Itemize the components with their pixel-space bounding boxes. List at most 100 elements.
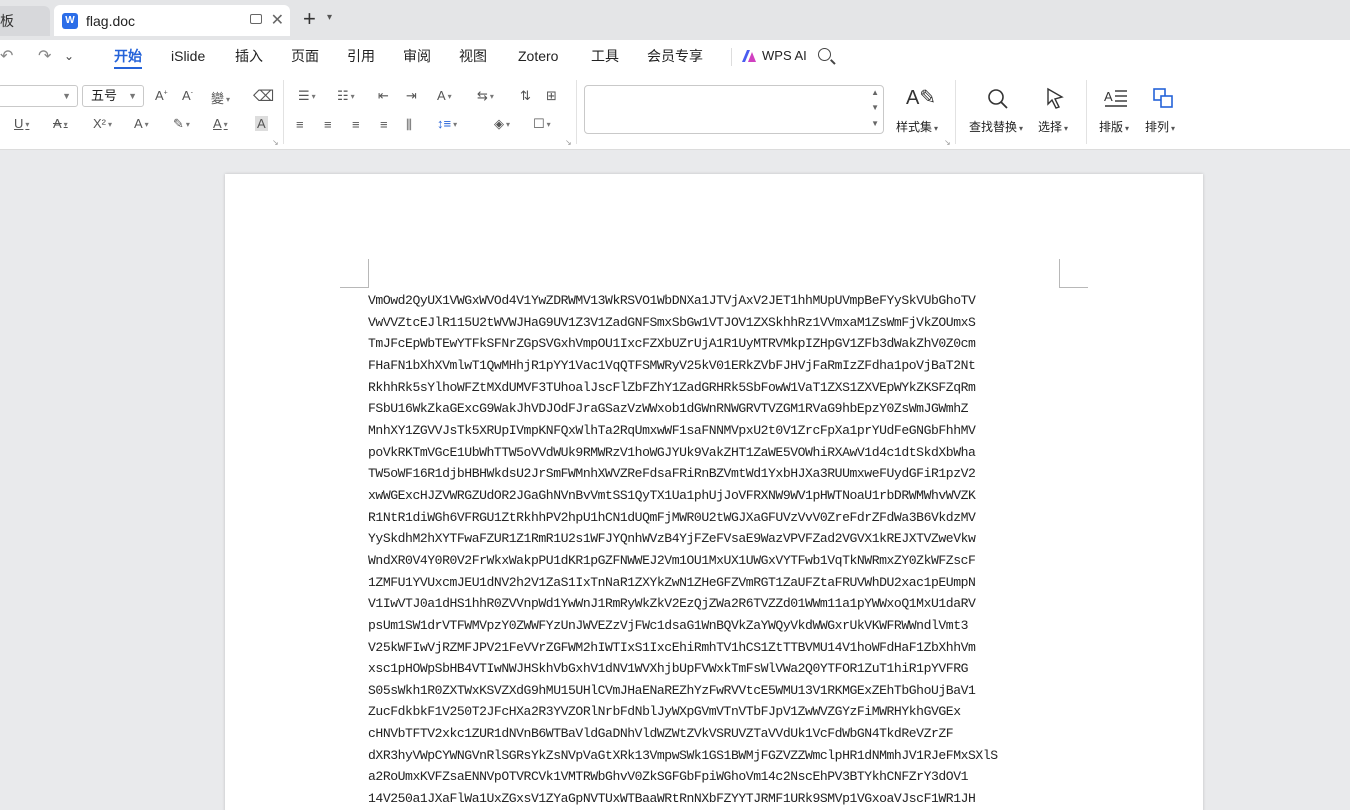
find-replace-button[interactable]: 查找替换 ▾ [969, 118, 1023, 135]
ribbon-toolbar: ▼ 五号 ▼ A+ A- 變 ▾ ⌫ U ▾ A ▾ X² ▾ A ▾ ✎ ▾ A ▾ A ↘ … [0, 75, 1350, 150]
align-left-icon[interactable]: ≡ [296, 117, 304, 132]
paragraph-dialog-icon[interactable]: ↘ [565, 138, 572, 147]
menu-tab-2[interactable]: 插入 [235, 47, 263, 69]
document-area[interactable]: VmOwd2QyUX1VWGxWVOd4V1YwZDRWMV13WkRSVO1W… [0, 150, 1350, 810]
menu-tab-0[interactable]: 开始 [114, 47, 142, 69]
window-mode-icon[interactable] [250, 14, 262, 24]
document-line: RkhhRk5sYlhoWFZtMXdUMVF3TUhoalJscFlZbFZh… [368, 379, 976, 395]
menu-tab-7[interactable]: Zotero [518, 47, 558, 69]
align-center-icon[interactable]: ≡ [324, 117, 332, 132]
scroll-down-icon[interactable]: ▼ [871, 103, 879, 112]
find-replace-icon [988, 89, 1008, 109]
wps-ai-logo-icon [742, 50, 756, 62]
border-icon[interactable]: ☐ ▾ [533, 116, 551, 132]
document-line: VwVVZtcEJlR115U2tWVWJHaG9UV1Z3V1ZadGNFSm… [368, 314, 976, 330]
menu-bar: ↶ ↷ ⌄ 开始 iSlide 插入 页面 引用 审阅 视图 Zotero 工具 会员专享 WPS… [0, 40, 1350, 75]
text-direction-icon[interactable]: ⇆ ▾ [477, 88, 494, 104]
scroll-up-icon[interactable]: ▲ [871, 88, 879, 97]
text-effect-icon[interactable]: A ▾ [134, 116, 149, 131]
strikethrough-icon[interactable]: A ▾ [53, 116, 68, 131]
justify-icon[interactable]: ≡ [380, 117, 388, 132]
numbered-list-icon[interactable]: ☷ ▾ [337, 88, 355, 104]
menu-tab-8[interactable]: 工具 [591, 47, 619, 69]
select-cursor-icon [1047, 87, 1064, 109]
highlight-icon[interactable]: ✎ ▾ [173, 116, 190, 132]
clear-format-icon[interactable]: ⌫ [253, 87, 274, 105]
line-spacing-icon[interactable]: ↕≡ ▾ [437, 116, 457, 131]
crop-mark-left-h [340, 287, 369, 288]
increase-indent-icon[interactable]: ⇥ [406, 88, 417, 104]
menu-tab-6[interactable]: 视图 [459, 47, 487, 69]
distribute-icon[interactable]: ⫼ [406, 117, 412, 133]
wps-ai-button[interactable]: WPS AI [762, 48, 807, 63]
arrange-button[interactable]: 排列 ▾ [1145, 118, 1175, 135]
chevron-down-icon: ▼ [62, 91, 71, 101]
document-line: VmOwd2QyUX1VWGxWVOd4V1YwZDRWMV13WkRSVO1W… [368, 293, 976, 308]
chevron-down-icon[interactable]: ▾ [327, 12, 332, 23]
menu-tab-9[interactable]: 会员专享 [647, 47, 703, 69]
grow-font-icon[interactable]: A+ [155, 88, 168, 103]
menu-tab-5[interactable]: 审阅 [403, 47, 431, 69]
shrink-font-icon[interactable]: A- [182, 88, 193, 103]
chinese-layout-icon[interactable]: A ▾ [437, 88, 452, 103]
ribbon-divider [283, 80, 284, 144]
document-line: WndXR0V4Y0R0V2FrWkxWakpPU1dKR1pGZFNWWEJ2… [368, 552, 976, 568]
sort-icon[interactable]: ⇅ [520, 88, 531, 104]
menu-tab-4[interactable]: 引用 [347, 47, 375, 69]
document-line: R1NtR1diWGh6VFRGU1ZtRkhhPV2hpU1hCN1dUQmF… [368, 509, 976, 525]
ribbon-divider [576, 80, 577, 144]
select-label: 选择 [1038, 120, 1063, 134]
document-line: 1ZMFU1YVUxcmJEU1dNV2h2V1ZaS1IxTnNaR1ZXYk… [368, 574, 976, 590]
document-body-text[interactable]: VmOwd2QyUX1VWGxWVOd4V1YwZDRWMV13WkRSVO1W… [368, 290, 1068, 810]
find-replace-label: 查找替换 [969, 120, 1018, 134]
crop-mark-right [1059, 259, 1060, 287]
style-set-button[interactable]: 样式集 ▾ [896, 118, 938, 135]
document-page[interactable]: VmOwd2QyUX1VWGxWVOd4V1YwZDRWMV13WkRSVO1W… [225, 174, 1203, 810]
show-marks-icon[interactable]: ⊞ [546, 88, 557, 104]
shading-icon[interactable]: ◈ ▾ [494, 116, 510, 132]
tab-previous[interactable]: 板 [0, 6, 50, 36]
expand-gallery-icon[interactable]: ▼ [871, 119, 879, 128]
tab-bar: 板 W flag.doc ✕ + ▾ [0, 0, 1350, 40]
search-icon[interactable] [818, 48, 831, 61]
styles-dialog-icon[interactable]: ↘ [944, 138, 951, 147]
font-size-value: 五号 [91, 88, 118, 103]
document-line: poVkRKTmVGcE1UbWhTTW5oVVdWUk9RMWRzV1hoWG… [368, 444, 976, 460]
decrease-indent-icon[interactable]: ⇤ [378, 88, 389, 104]
menu-tab-1[interactable]: iSlide [171, 47, 205, 69]
chevron-down-icon[interactable]: ⌄ [64, 49, 74, 63]
bullet-list-icon[interactable]: ☰ ▾ [298, 88, 316, 104]
arrange-label: 排列 [1145, 120, 1170, 134]
document-line: V25kWFIwVjRZMFJPV21FeVVrZGFWM2hIWTIxS1Ix… [368, 639, 976, 655]
superscript-icon[interactable]: X² ▾ [93, 116, 112, 131]
tab-close-icon[interactable]: ✕ [271, 10, 284, 30]
redo-icon[interactable]: ↷ [38, 46, 51, 66]
font-dialog-icon[interactable]: ↘ [272, 138, 279, 147]
tab-flag-doc[interactable]: W flag.doc ✕ [54, 5, 290, 36]
align-right-icon[interactable]: ≡ [352, 117, 360, 132]
layout-label: 排版 [1099, 120, 1124, 134]
document-line: S05sWkh1R0ZXTWxKSVZXdG9hMU15UHlCVmJHaENa… [368, 682, 976, 698]
document-line: a2RoUmxKVFZsaENNVpOTVRCVk1VMTRWbGhvV0ZkS… [368, 769, 969, 785]
document-line: xwWGExcHJZVWRGZUdOR2JGaGhNVnBvVmtSS1QyTX… [368, 487, 976, 503]
menu-tab-3[interactable]: 页面 [291, 47, 319, 69]
phonetic-guide-icon[interactable]: 變 ▾ [211, 88, 230, 107]
underline-icon[interactable]: U ▾ [14, 116, 29, 131]
new-tab-button[interactable]: + [303, 8, 316, 30]
document-line: TW5oWF16R1djbHBHWkdsU2JrSmFWMnhXWVZReFds… [368, 466, 976, 482]
tab-title: flag.doc [86, 12, 136, 29]
layout-button[interactable]: 排版 ▾ [1099, 118, 1129, 135]
undo-icon[interactable]: ↶ [0, 46, 13, 66]
word-doc-icon: W [62, 12, 78, 29]
font-size-combo[interactable]: 五号 ▼ [82, 85, 144, 107]
font-name-combo[interactable]: ▼ [0, 85, 78, 107]
character-shading-icon[interactable]: A [255, 116, 268, 131]
font-color-icon[interactable]: A ▾ [213, 116, 228, 131]
layout-icon: A [1104, 89, 1127, 107]
svg-text:A: A [1104, 89, 1113, 104]
style-gallery[interactable]: ▲ ▼ ▼ [584, 85, 884, 134]
select-button[interactable]: 选择 ▾ [1038, 118, 1068, 135]
style-set-icon: A✎ [906, 87, 937, 109]
ribbon-divider [955, 80, 956, 144]
crop-mark-right-h [1059, 287, 1088, 288]
